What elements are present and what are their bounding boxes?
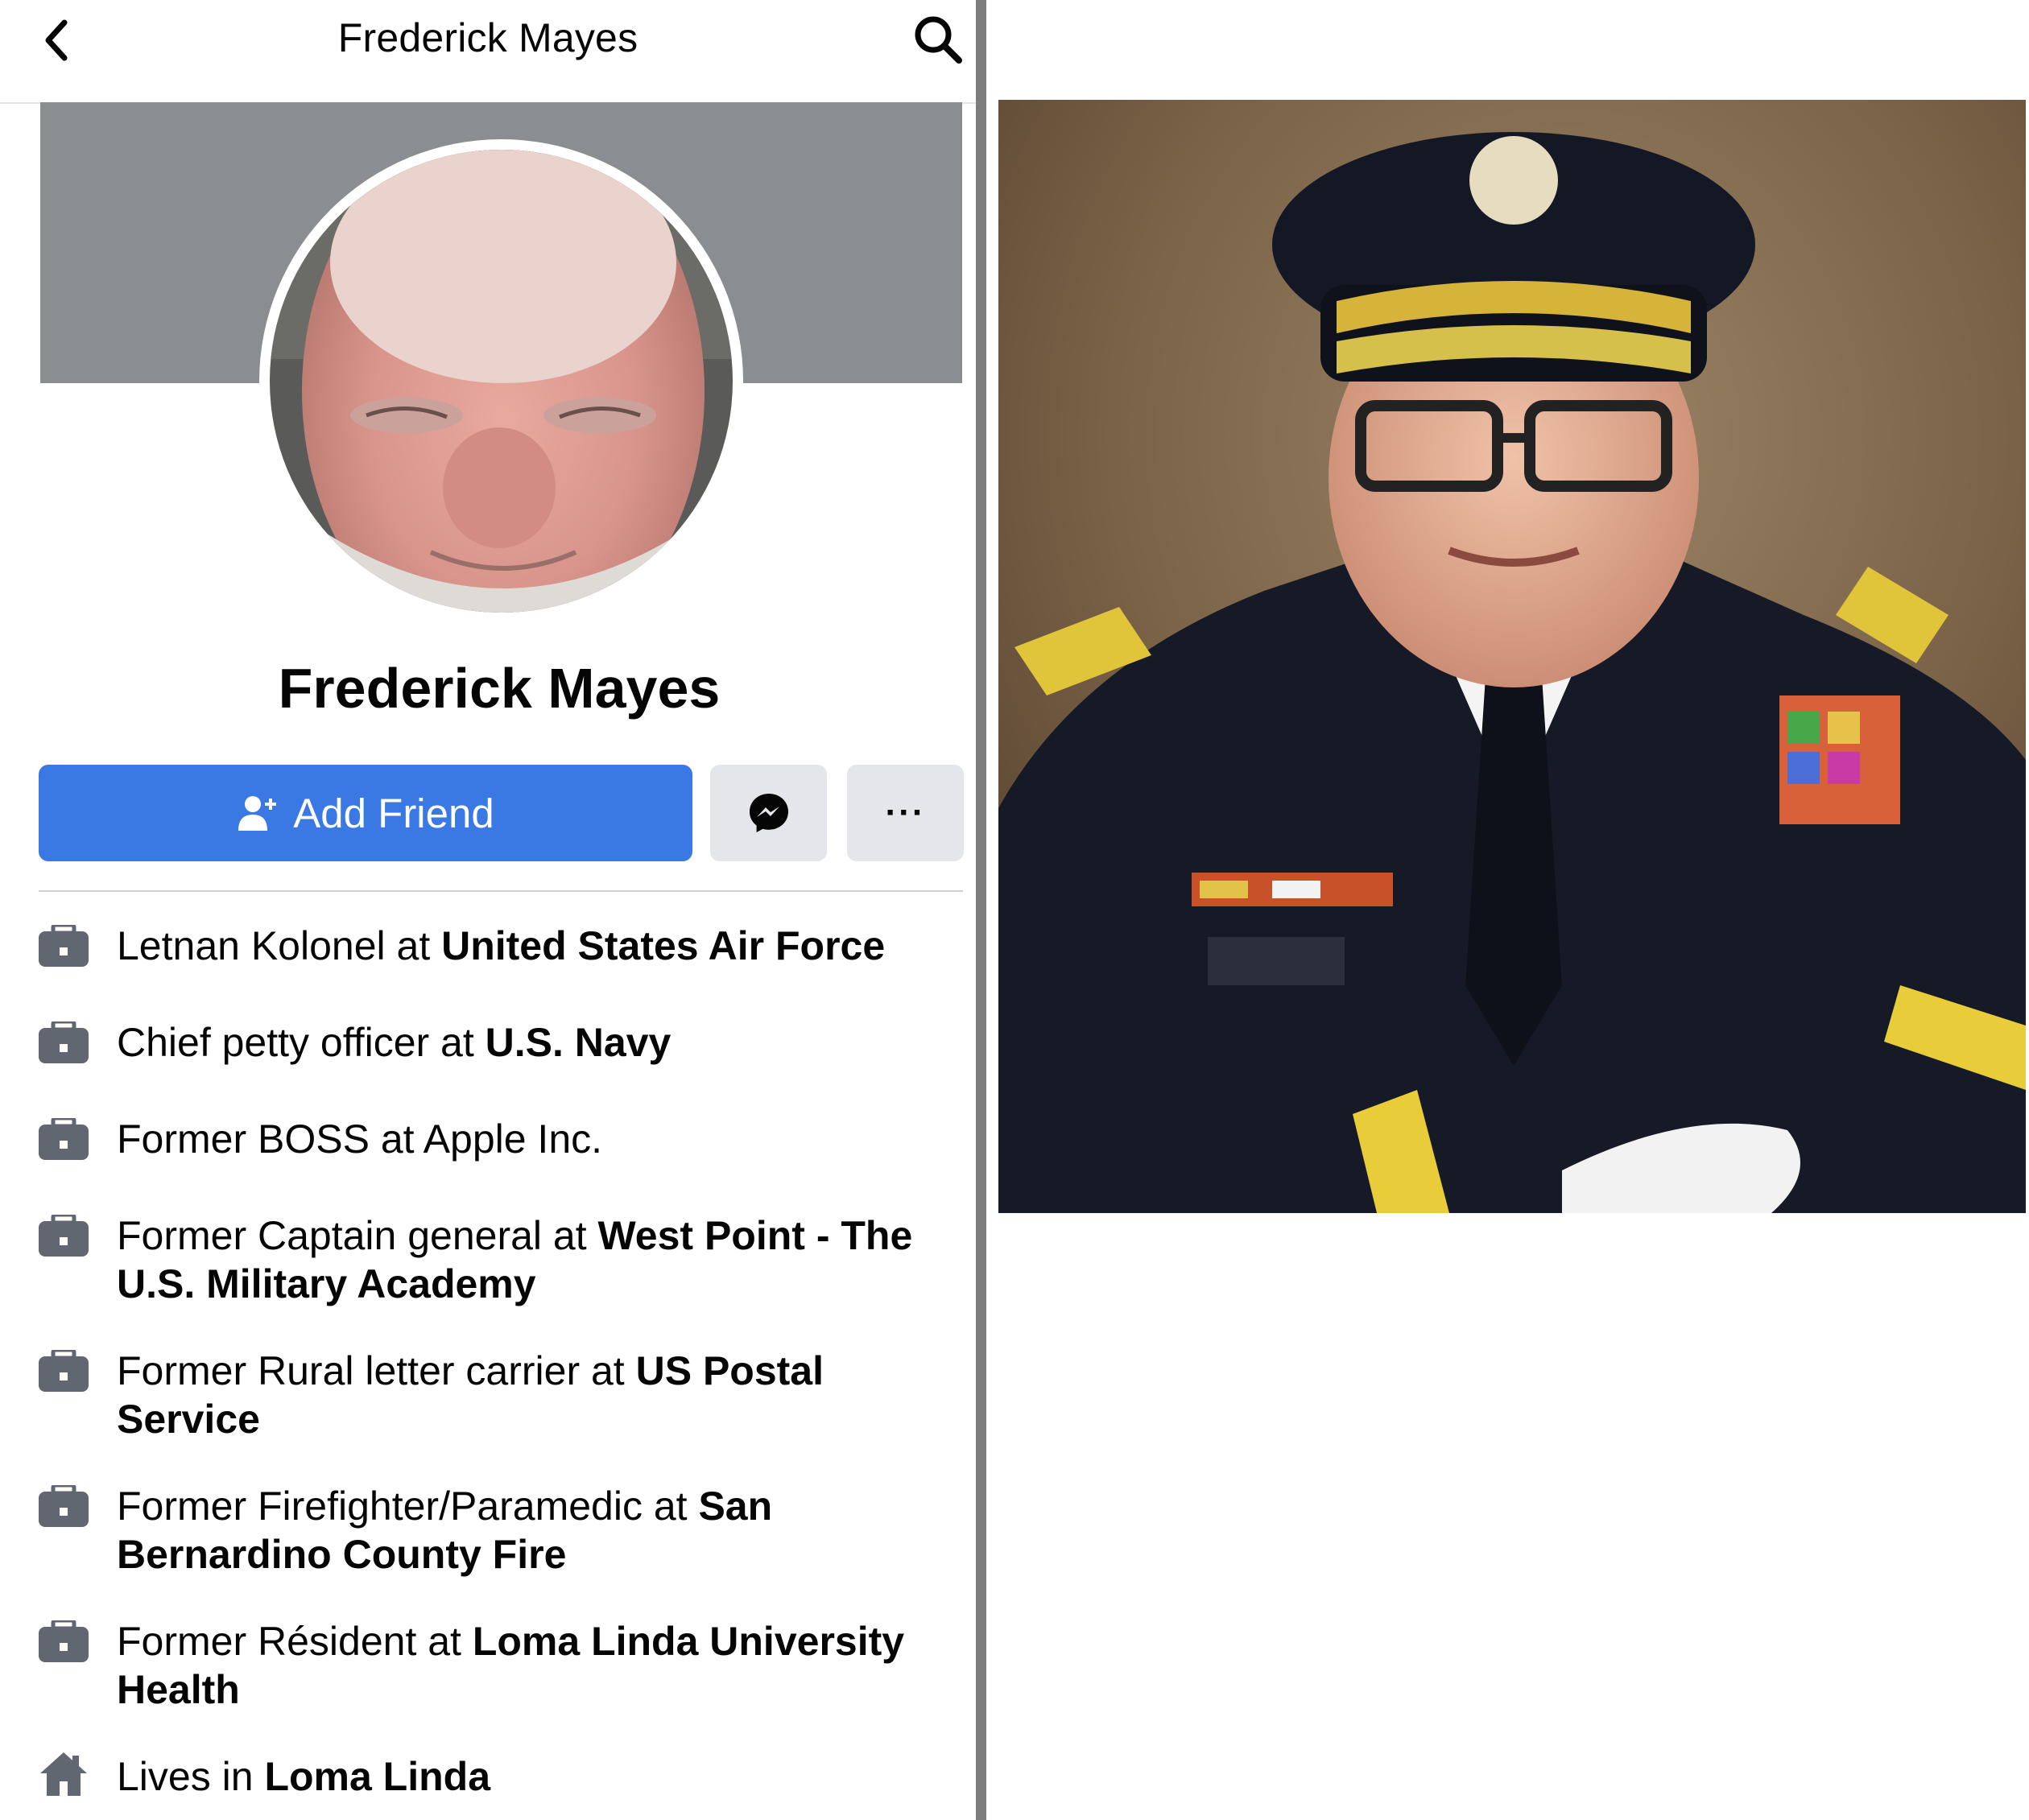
info-link[interactable]: United States Air Force — [441, 923, 885, 968]
message-button[interactable] — [710, 765, 827, 861]
search-button[interactable] — [910, 11, 966, 68]
info-text: Lives in — [117, 1754, 265, 1799]
info-text: Former Résident at — [117, 1619, 473, 1664]
briefcase-icon — [39, 925, 89, 967]
portrait-image — [998, 100, 2026, 1213]
briefcase-icon — [39, 1350, 89, 1392]
add-friend-label: Add Friend — [293, 790, 494, 836]
uniform-portrait-photo — [998, 100, 2026, 1213]
info-text: Former Rural letter carrier at — [117, 1348, 636, 1393]
add-friend-button[interactable]: Add Friend — [39, 765, 692, 861]
briefcase-icon — [39, 1118, 89, 1160]
more-options-icon: ··· — [885, 793, 926, 832]
home-icon — [40, 1752, 87, 1796]
briefcase-icon — [39, 1215, 89, 1257]
add-friend-icon — [238, 796, 277, 831]
avatar[interactable] — [270, 150, 733, 613]
info-text: Chief petty officer at — [117, 1020, 486, 1065]
info-text: Former Captain general at — [117, 1213, 598, 1258]
messenger-icon — [749, 794, 788, 832]
divider — [39, 890, 963, 892]
briefcase-icon — [39, 1485, 89, 1527]
briefcase-icon — [39, 1620, 89, 1662]
briefcase-icon — [39, 1021, 89, 1063]
info-text: Letnan Kolonel at — [117, 923, 442, 968]
panel-divider — [976, 0, 986, 1820]
info-link[interactable]: Loma Linda — [264, 1754, 490, 1799]
search-icon — [915, 16, 962, 64]
profile-picture — [270, 150, 733, 613]
more-options-button[interactable]: ··· — [847, 765, 964, 861]
info-text: Former BOSS at Apple Inc. — [117, 1116, 603, 1162]
nav-title: Frederick Mayes — [337, 15, 638, 60]
info-link[interactable]: U.S. Navy — [486, 1020, 672, 1065]
top-nav-bar: Frederick Mayes — [0, 0, 976, 104]
profile-panel: Frederick Mayes Frederick Mayes Add Frie… — [0, 0, 976, 1820]
info-text: Former Firefighter/Paramedic at — [117, 1484, 699, 1529]
profile-name: Frederick Mayes — [278, 657, 721, 720]
